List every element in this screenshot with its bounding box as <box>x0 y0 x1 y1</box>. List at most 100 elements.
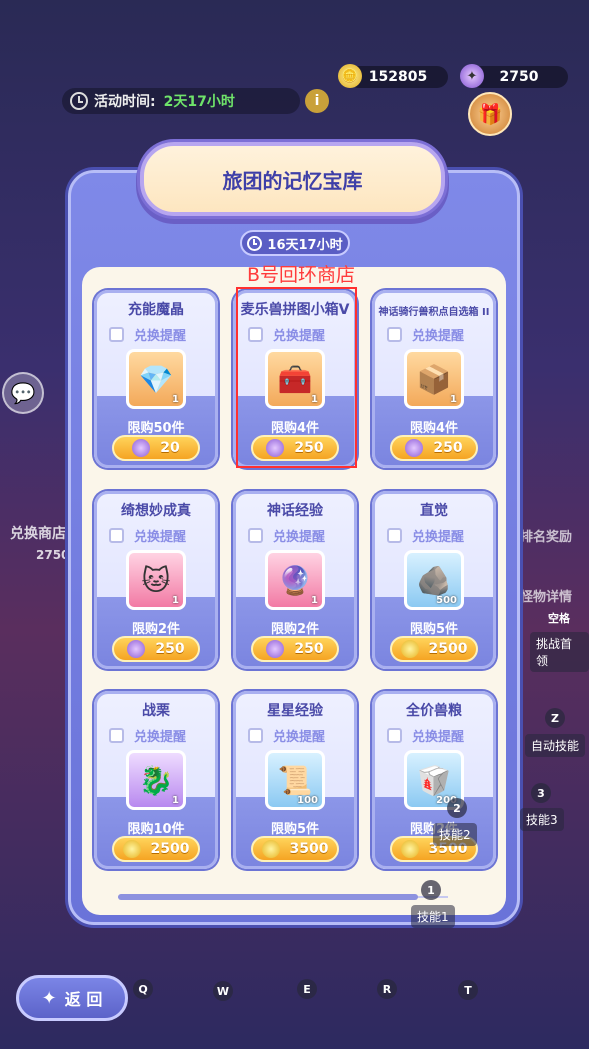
item-icon[interactable]: 🐉 1 <box>126 750 186 810</box>
gold-coin-icon <box>400 840 419 858</box>
shop-countdown: 16天17小时 <box>240 230 350 256</box>
reward-icon[interactable]: 🎁 <box>468 92 512 136</box>
exchange-shop-label[interactable]: 兑换商店 <box>10 523 66 543</box>
purchase-limit: 限购10件 <box>127 822 185 837</box>
item-quantity: 100 <box>297 795 318 806</box>
price-value: 3500 <box>289 841 329 857</box>
key-space: 空格 <box>548 612 570 625</box>
purchase-limit: 限购2件 <box>270 622 320 637</box>
item-icon[interactable]: 🪨 500 <box>404 550 464 610</box>
back-button[interactable]: ✦ 返 回 <box>16 975 128 1021</box>
key-q: Q <box>133 979 153 999</box>
shop-title: 旅团的记忆宝库 <box>140 142 445 216</box>
buy-button[interactable]: 250 <box>390 435 478 461</box>
key-2: 2 <box>447 798 467 818</box>
price-value: 250 <box>294 641 324 657</box>
item-name: 充能魔晶 <box>128 302 184 318</box>
key-3-action[interactable]: 技能3 <box>520 808 564 831</box>
remind-label: 兑换提醒 <box>134 730 187 745</box>
shop-item-card[interactable]: 绮想妙成真 兑换提醒 🐱 1 限购2件 250 <box>94 491 218 669</box>
key-1-action[interactable]: 技能1 <box>411 905 455 928</box>
buy-button[interactable]: 250 <box>112 636 200 662</box>
buy-button[interactable]: 2500 <box>112 836 200 862</box>
remind-checkbox[interactable] <box>248 528 263 543</box>
remind-label: 兑换提醒 <box>412 329 465 344</box>
gem-icon: ✦ <box>460 64 484 88</box>
gem-icon <box>266 640 285 658</box>
key-1: 1 <box>421 880 441 900</box>
buy-button[interactable]: 20 <box>112 435 200 461</box>
event-timer: 活动时间: 2天17小时 <box>62 88 300 114</box>
shop-item-card[interactable]: 神话经验兑换提醒 🔮 1 限购2件 250 <box>233 491 357 669</box>
shop-item-card[interactable]: 直觉兑换提醒 🪨 500 限购5件 2500 <box>372 491 496 669</box>
remind-checkbox[interactable] <box>109 528 124 543</box>
remind-label: 兑换提醒 <box>273 730 326 745</box>
item-name: 神话经验 <box>267 503 323 519</box>
item-quantity: 1 <box>172 795 179 806</box>
remind-checkbox[interactable] <box>387 327 402 342</box>
item-icon[interactable]: 📦 1 <box>404 349 464 409</box>
exchange-remind[interactable]: 兑换提醒 <box>109 325 186 344</box>
remind-label: 兑换提醒 <box>273 530 326 545</box>
shop-item-card[interactable]: 星星经验 兑换提醒 📜 100 限购5件 3500 <box>233 691 357 869</box>
clock-icon <box>247 235 263 251</box>
remind-label: 兑换提醒 <box>134 329 187 344</box>
item-glyph-icon: 🥡 <box>416 763 452 797</box>
rank-reward-label[interactable]: 排名奖励 <box>520 526 589 545</box>
key-r: R <box>377 979 397 999</box>
item-icon[interactable]: 💎 1 <box>126 349 186 409</box>
purchase-limit: 限购2件 <box>131 622 181 637</box>
gold-coin-icon <box>122 840 141 858</box>
purchase-limit: 限购5件 <box>409 622 459 637</box>
exchange-count: 2750 <box>36 548 70 562</box>
gold-counter: 152805 <box>348 66 448 88</box>
remind-checkbox[interactable] <box>109 728 124 743</box>
buy-button[interactable]: 250 <box>251 636 339 662</box>
item-glyph-icon: 🐱 <box>141 563 171 597</box>
gold-coin-icon <box>400 640 419 658</box>
monster-detail-label[interactable]: 怪物详情 <box>520 586 589 605</box>
scrollbar-thumb[interactable] <box>118 894 418 900</box>
chat-icon[interactable]: 💬 <box>2 372 44 414</box>
item-icon[interactable]: 🔮 1 <box>265 550 325 610</box>
key-space-action[interactable]: 挑战首领 <box>530 632 589 672</box>
item-name: 直觉 <box>420 503 448 519</box>
item-icon[interactable]: 📜 100 <box>265 750 325 810</box>
exchange-remind[interactable]: 兑换提醒 <box>248 726 325 745</box>
item-icon[interactable]: 🐱 1 <box>126 550 186 610</box>
exchange-remind[interactable]: 兑换提醒 <box>248 526 325 545</box>
shop-item-card[interactable]: 充能魔晶兑换提醒 💎 1 限购50件 20 <box>94 290 218 468</box>
key-2-action[interactable]: 技能2 <box>433 823 477 846</box>
price-value: 250 <box>155 641 185 657</box>
remind-checkbox[interactable] <box>387 528 402 543</box>
exchange-remind[interactable]: 兑换提醒 <box>387 726 464 745</box>
shop-item-card[interactable]: 神话骑行兽积点自选箱 II 兑换提醒 📦 1 限购4件 250 <box>372 290 496 468</box>
key-3: 3 <box>531 783 551 803</box>
purchase-limit: 限购50件 <box>127 421 185 436</box>
buy-button[interactable]: 2500 <box>390 636 478 662</box>
exchange-remind[interactable]: 兑换提醒 <box>109 726 186 745</box>
gold-icon: 🪙 <box>338 64 362 88</box>
gold-coin-icon <box>261 840 280 858</box>
info-icon[interactable]: i <box>305 89 329 113</box>
remind-checkbox[interactable] <box>248 728 263 743</box>
remind-checkbox[interactable] <box>109 327 124 342</box>
exchange-remind[interactable]: 兑换提醒 <box>387 526 464 545</box>
key-z-action[interactable]: 自动技能 <box>525 734 586 757</box>
item-quantity: 500 <box>436 595 457 606</box>
gem-icon <box>405 439 424 457</box>
item-glyph-icon: 🔮 <box>277 563 313 597</box>
key-e: E <box>297 979 317 999</box>
price-value: 2500 <box>428 641 468 657</box>
remind-label: 兑换提醒 <box>134 530 187 545</box>
annotation-box <box>236 287 357 468</box>
key-z: Z <box>545 708 565 728</box>
exchange-remind[interactable]: 兑换提醒 <box>109 526 186 545</box>
item-glyph-icon: 🐉 <box>138 763 174 797</box>
remind-checkbox[interactable] <box>387 728 402 743</box>
buy-button[interactable]: 3500 <box>251 836 339 862</box>
exchange-remind[interactable]: 兑换提醒 <box>387 325 464 344</box>
shop-item-card[interactable]: 战栗 兑换提醒 🐉 1 限购10件 2500 <box>94 691 218 869</box>
item-quantity: 1 <box>172 394 179 405</box>
item-glyph-icon: 📜 <box>277 763 313 797</box>
